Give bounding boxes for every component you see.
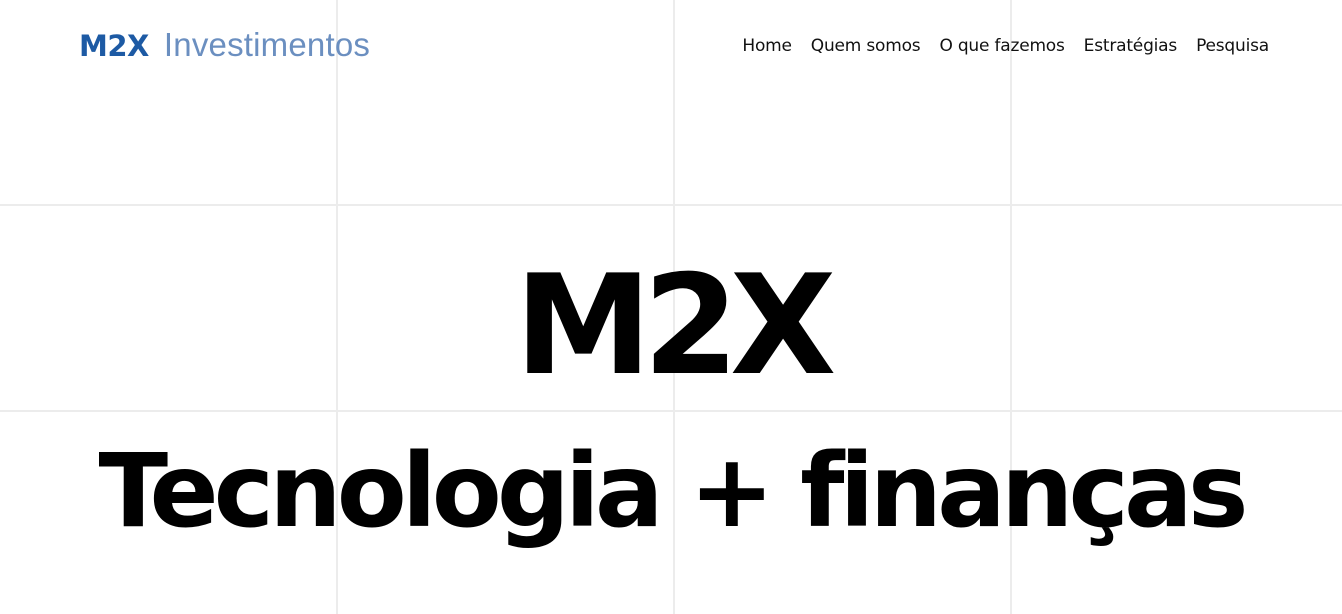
nav-pesquisa[interactable]: Pesquisa (1196, 36, 1269, 56)
hero-subtitle: Tecnologia + finanças (98, 432, 1248, 551)
grid-line-horizontal (0, 410, 1342, 412)
logo-wordmark: Investimentos (163, 26, 371, 63)
grid-line-horizontal (0, 204, 1342, 206)
logo-mark: M2X (79, 29, 149, 63)
nav-estrategias[interactable]: Estratégias (1084, 36, 1178, 56)
site-header: M2X Investimentos Home Quem somos O que … (0, 0, 1342, 95)
site-logo[interactable]: M2X Investimentos (79, 26, 370, 66)
hero-title: M2X (514, 245, 837, 406)
nav-o-que-fazemos[interactable]: O que fazemos (939, 36, 1064, 56)
main-nav: Home Quem somos O que fazemos Estratégia… (742, 36, 1269, 56)
nav-quem-somos[interactable]: Quem somos (811, 36, 921, 56)
nav-home[interactable]: Home (742, 36, 792, 56)
page: M2X Investimentos Home Quem somos O que … (0, 0, 1342, 614)
